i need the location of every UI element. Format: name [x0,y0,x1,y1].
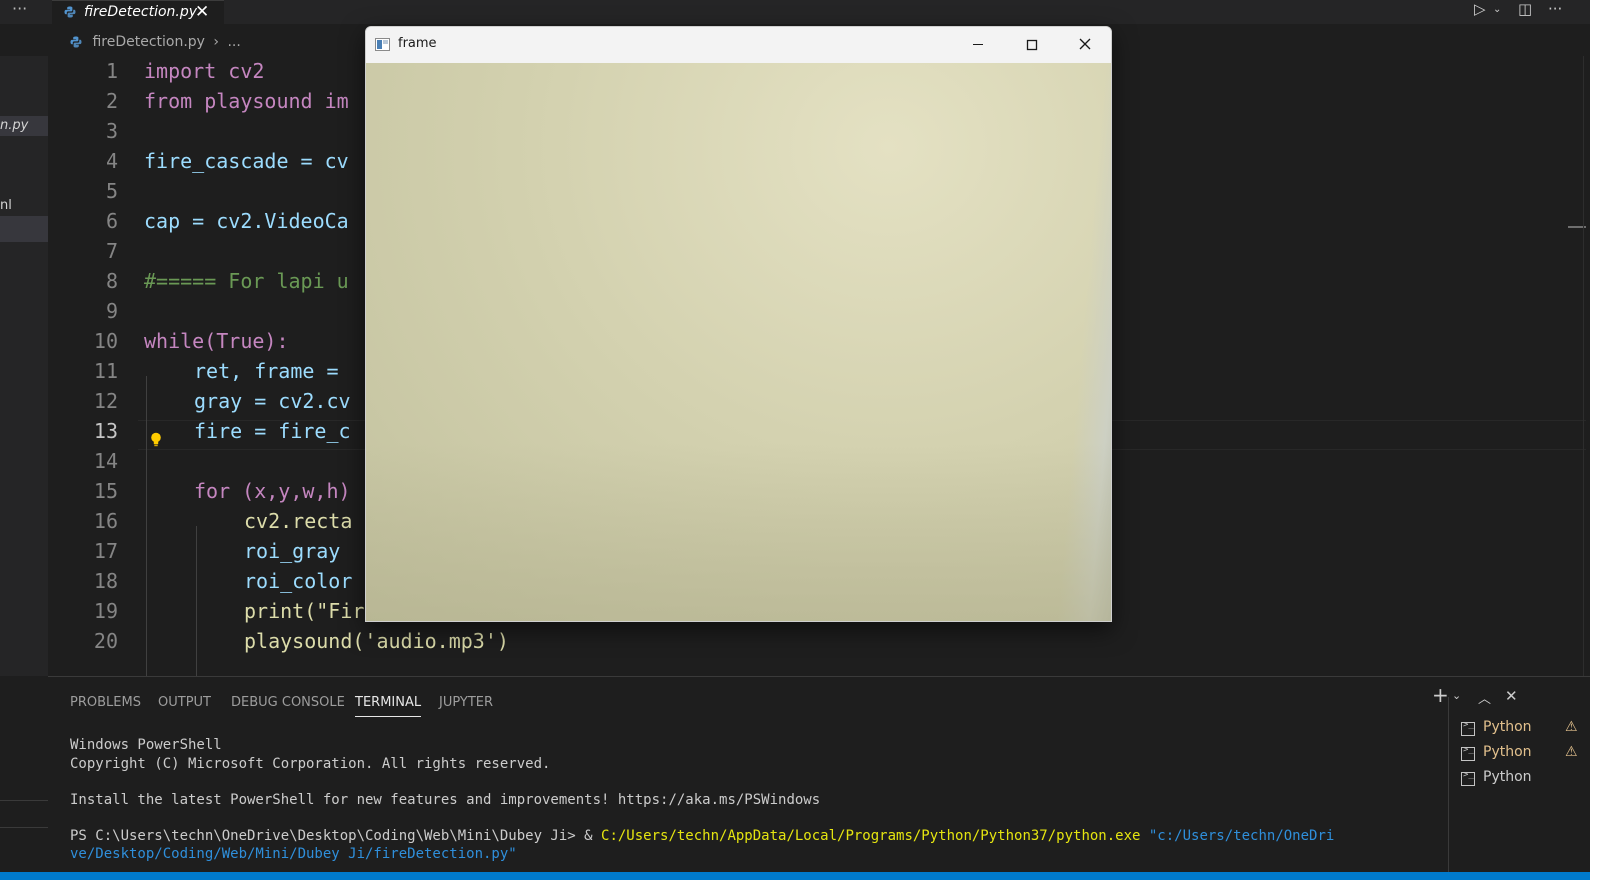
tab-jupyter[interactable]: JUPYTER [439,695,493,710]
camera-feed-shadow [366,443,1111,621]
tab-output[interactable]: OUTPUT [158,695,211,710]
window-title-bar[interactable]: frame [366,27,1111,63]
breadcrumb-ellipsis[interactable]: ... [227,34,240,50]
terminal-item-label: Python [1483,744,1532,760]
opencv-frame-window[interactable]: frame [365,26,1112,622]
line-number: 17 [93,539,118,563]
indent-guide [196,526,197,676]
line-number: 2 [105,89,118,113]
terminal-item-label: Python [1483,719,1532,735]
terminal-line: Copyright (C) Microsoft Corporation. All… [70,756,551,772]
warning-icon: ⚠ [1565,744,1578,760]
warning-icon: ⚠ [1565,719,1578,735]
indent-guide [146,376,147,676]
tab-terminal[interactable]: TERMINAL [355,695,422,717]
terminal-line-wrap: ve/Desktop/Coding/Web/Mini/Dubey Ji/fire… [70,846,517,862]
tab-label: fireDetection.py [84,4,198,20]
status-bar [0,872,1590,880]
code-line: for (x,y,w,h) [194,479,351,503]
terminal-icon [1461,770,1475,786]
python-file-icon [64,6,76,18]
editor-scrollbar[interactable] [1583,56,1584,676]
line-number: 11 [93,359,118,383]
line-number-active: 13 [93,419,118,443]
run-icon[interactable]: ▷ [1474,0,1486,18]
explorer-item-selected[interactable] [0,216,48,242]
breadcrumb-separator: › [213,34,220,50]
line-number: 20 [93,629,118,653]
line-number: 4 [105,149,118,173]
window-title: frame [398,36,437,51]
code-line: roi_color [244,569,353,593]
explorer-item-file[interactable]: nl [0,198,12,213]
line-number: 5 [105,179,118,203]
explorer-item-file[interactable]: n.py [0,116,48,136]
terminal-script-path: "c:/Users/techn/OneDri [1140,828,1335,844]
new-terminal-icon[interactable]: + [1432,683,1449,707]
code-line: import cv2 [144,59,265,83]
code-line: cap = cv2.VideoCa [144,209,349,233]
code-line: while(True): [144,329,289,353]
vscode-window: ··· fireDetection.py ✕ ▷ ⌄ ◫ ··· fireDet… [0,0,1590,880]
more-actions-icon[interactable]: ··· [1548,0,1562,18]
terminal-icon [1461,745,1475,761]
terminal-icon [1461,720,1475,736]
line-number: 12 [93,389,118,413]
line-number: 16 [93,509,118,533]
line-number: 18 [93,569,118,593]
terminal-exe-path: C:/Users/techn/AppData/Local/Programs/Py… [601,828,1141,844]
line-number: 8 [105,269,118,293]
breadcrumb-file[interactable]: fireDetection.py [92,34,205,50]
code-line: fire = fire_c [194,419,351,443]
terminal-item-label: Python [1483,769,1532,785]
python-file-icon [70,36,82,48]
explorer-sidebar: n.py nl [0,56,48,676]
tab-debug-console[interactable]: DEBUG CONSOLE [231,695,345,710]
line-number: 9 [105,299,118,323]
line-number: 6 [105,209,118,233]
line-number: 7 [105,239,118,263]
lightbulb-icon[interactable] [150,432,162,448]
app-window-icon [375,38,390,51]
line-number: 15 [93,479,118,503]
code-line: from playsound im [144,89,349,113]
maximize-icon[interactable] [1005,27,1059,63]
line-number: 3 [105,119,118,143]
editor-tab-firedetection[interactable]: fireDetection.py ✕ [52,0,224,24]
line-number: 1 [105,59,118,83]
line-number: 10 [93,329,118,353]
terminal-line: Windows PowerShell [70,737,222,753]
sidebar-lower-section [0,800,48,828]
tab-problems[interactable]: PROBLEMS [70,695,141,710]
breadcrumb: fireDetection.py › ... [70,34,241,54]
line-number: 14 [93,449,118,473]
terminal-prompt: PS C:\Users\techn\OneDrive\Desktop\Codin… [70,828,602,844]
code-line: playsound('audio.mp3') [244,629,509,653]
terminal-list: Python ⚠ Python ⚠ Python [1448,697,1590,873]
bottom-panel: PROBLEMS OUTPUT DEBUG CONSOLE TERMINAL J… [48,676,1590,873]
terminal-line: Install the latest PowerShell for new fe… [70,792,821,808]
split-editor-icon[interactable]: ◫ [1518,0,1532,18]
minimize-icon[interactable] [951,27,1005,63]
code-line-comment: #===== For lapi u [144,269,349,293]
tab-close-icon[interactable]: ✕ [195,2,209,22]
code-line: fire_cascade = cv [144,149,349,173]
tabs-overflow-icon[interactable]: ··· [12,0,27,18]
close-icon[interactable] [1059,27,1112,63]
line-number: 19 [93,599,118,623]
camera-feed-image [366,63,1111,621]
code-line: ret, frame = [194,359,339,383]
code-line: roi_gray [244,539,341,563]
editor-tab-bar: ··· fireDetection.py ✕ ▷ ⌄ ◫ ··· [0,0,1590,24]
run-dropdown-chevron-icon[interactable]: ⌄ [1493,4,1501,15]
code-line: gray = cv2.cv [194,389,351,413]
terminal-command-line: PS C:\Users\techn\OneDrive\Desktop\Codin… [70,828,1334,844]
code-line: cv2.recta [244,509,353,533]
